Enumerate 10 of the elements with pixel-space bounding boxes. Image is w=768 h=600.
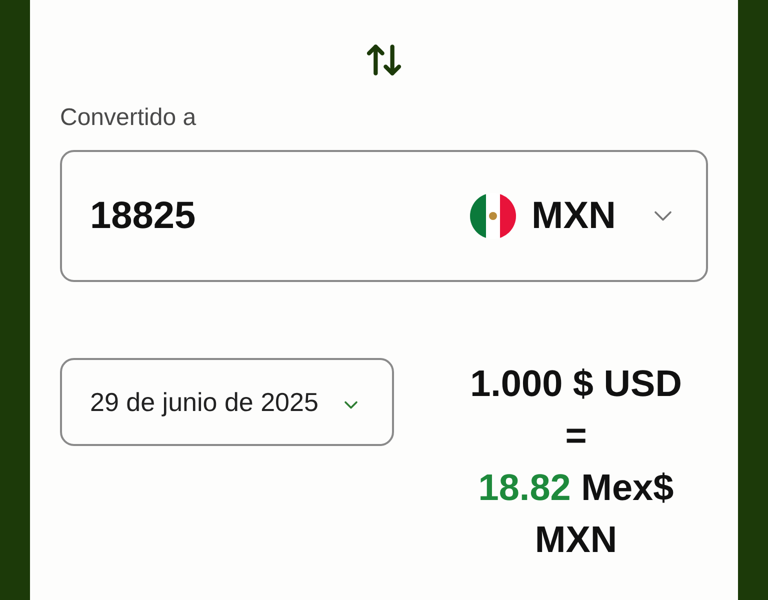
amount-field[interactable]: 18825 MXN (60, 150, 708, 282)
mexico-flag-icon (470, 193, 516, 239)
date-field[interactable]: 29 de junio de 2025 (60, 358, 394, 446)
currency-code: MXN (532, 194, 616, 238)
rate-from: 1.000 $ USD (470, 362, 682, 406)
rate-result: 18.82 Mex$ MXN (477, 466, 675, 562)
date-value: 29 de junio de 2025 (90, 386, 318, 418)
equals-sign: = (565, 414, 587, 458)
field-label: Convertido a (60, 103, 196, 133)
amount-value: 18825 (90, 194, 196, 238)
